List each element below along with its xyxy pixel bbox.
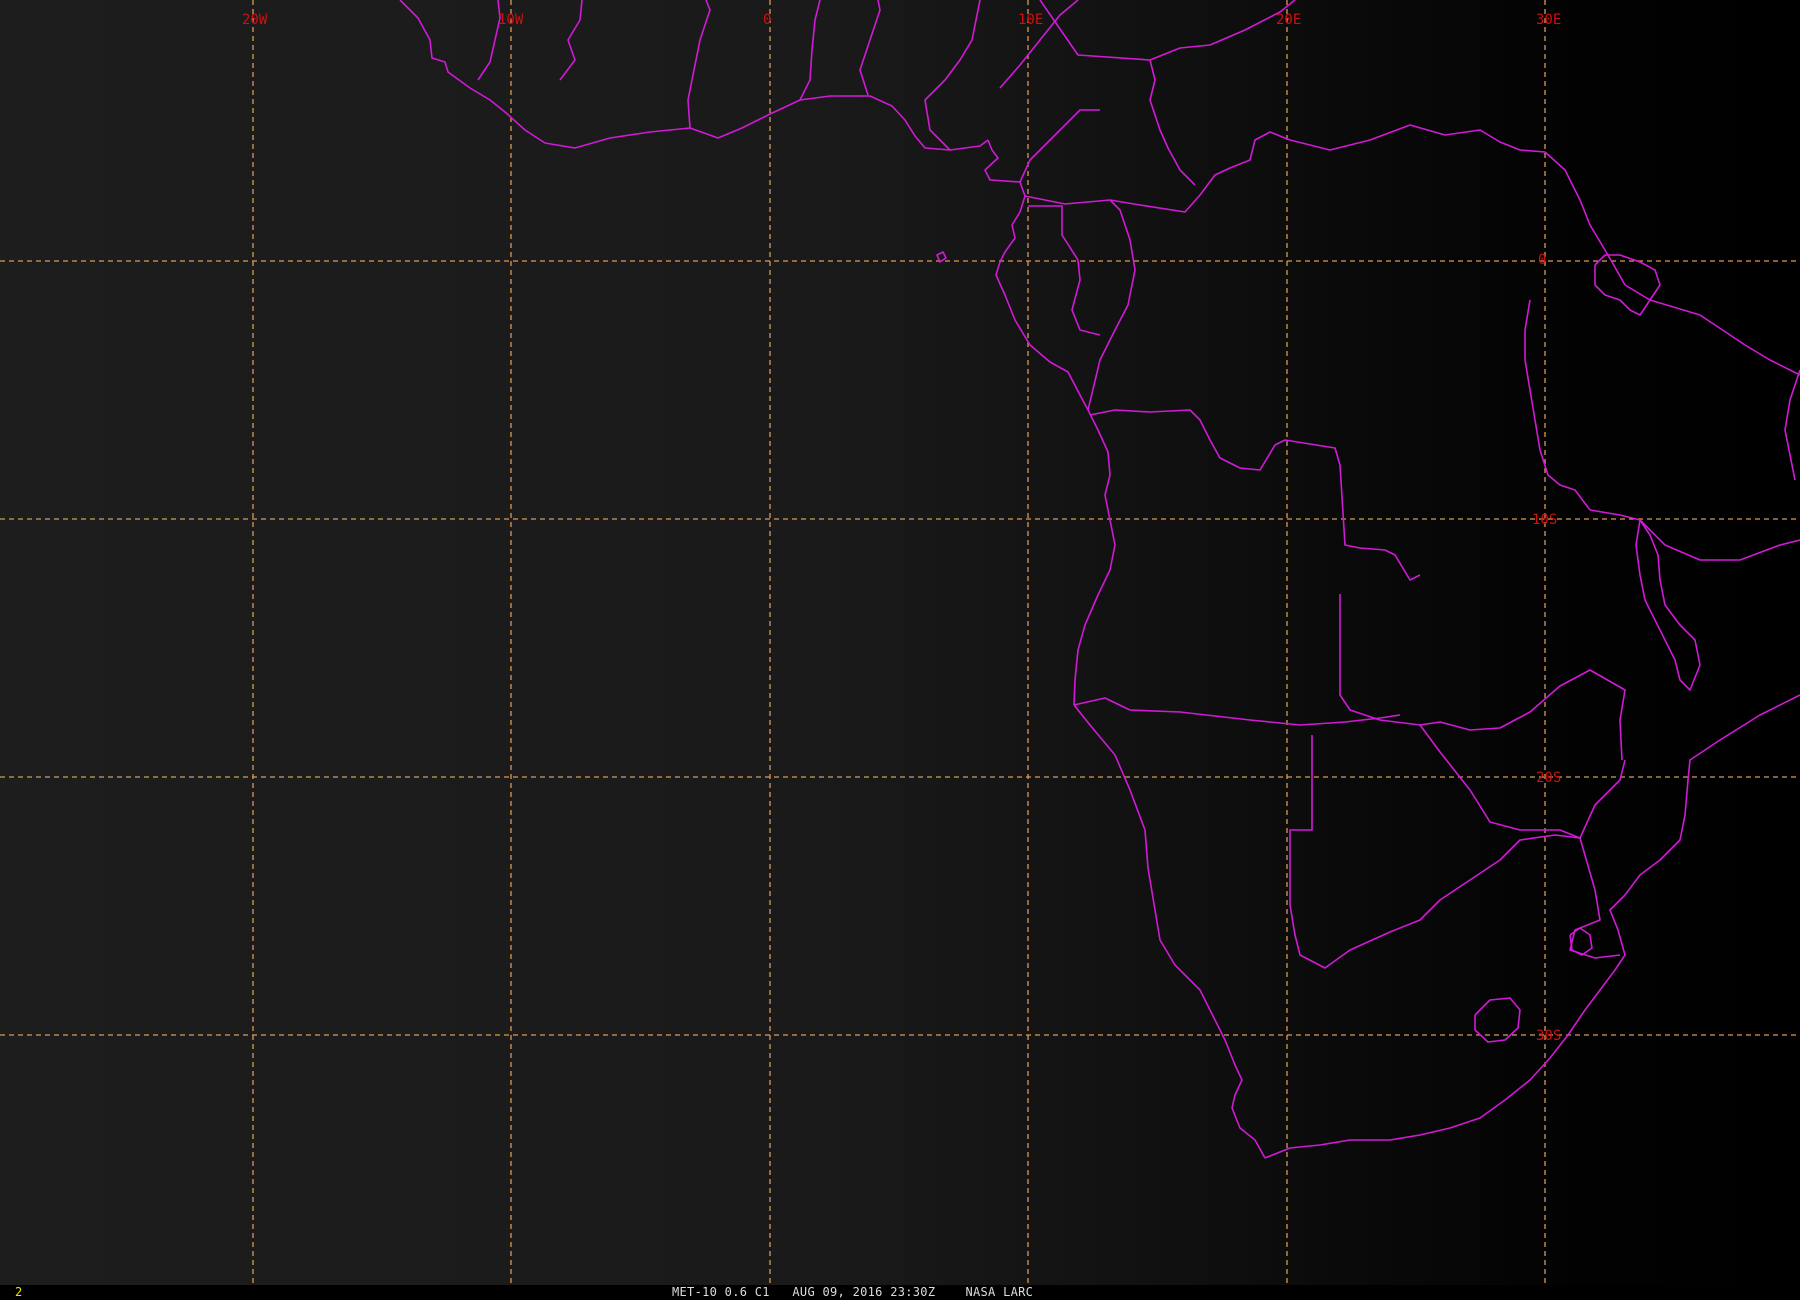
central-african-border <box>1109 124 1546 213</box>
satellite-map: 20W 10W 0 10E 20E 30E 0 10S 20S 30S <box>0 0 1800 1285</box>
gabon-border <box>1028 205 1101 336</box>
mozambique-border <box>1569 837 1621 959</box>
south-africa-coastline <box>1264 954 1626 1159</box>
frame-number: 2 <box>15 1285 23 1299</box>
lat-label-10s: 10S <box>1532 512 1557 528</box>
sudan-border <box>1039 0 1296 61</box>
image-caption: MET-10 0.6 C1 AUG 09, 2016 23:30Z NASA L… <box>672 1285 1034 1299</box>
namibia-angola-border <box>1073 697 1401 726</box>
lon-label-0: 0 <box>763 12 771 28</box>
lon-label-20w: 20W <box>242 12 268 28</box>
zimbabwe-border <box>1419 724 1626 839</box>
lon-label-30e: 30E <box>1536 12 1561 28</box>
west-africa-coastline <box>399 0 989 151</box>
grid-labels: 20W 10W 0 10E 20E 30E 0 10S 20S 30S <box>242 12 1561 1044</box>
botswana-zambia-border <box>1339 594 1626 761</box>
lat-label-20s: 20S <box>1536 770 1561 786</box>
lake-tanganyika-border <box>1524 299 1591 511</box>
east-africa-coast <box>1609 694 1800 956</box>
uganda-kenya-border <box>1544 151 1626 286</box>
country-boundaries <box>399 0 1800 1159</box>
lon-label-10w: 10W <box>498 12 524 28</box>
drc-congo-border <box>1024 195 1136 411</box>
lat-label-0: 0 <box>1538 252 1546 268</box>
angola-drc-border <box>1089 409 1421 581</box>
west-africa-inland-borders <box>477 0 1100 183</box>
madagascar-west-coast <box>1784 369 1800 481</box>
lat-lon-grid <box>0 0 1800 1285</box>
eswatini-outline <box>1569 927 1593 956</box>
lake-victoria-outline <box>1594 254 1661 316</box>
north-congo-border <box>1149 59 1196 186</box>
malawi-mozambique-border <box>1589 509 1800 561</box>
map-canvas: 20W 10W 0 10E 20E 30E 0 10S 20S 30S <box>0 0 1800 1285</box>
lon-label-10e: 10E <box>1018 12 1043 28</box>
lat-label-30s: 30S <box>1536 1028 1561 1044</box>
lon-label-20e: 20E <box>1276 12 1301 28</box>
southwest-africa-coastline <box>1073 704 1266 1159</box>
gulf-of-guinea-coastline <box>984 139 1116 706</box>
